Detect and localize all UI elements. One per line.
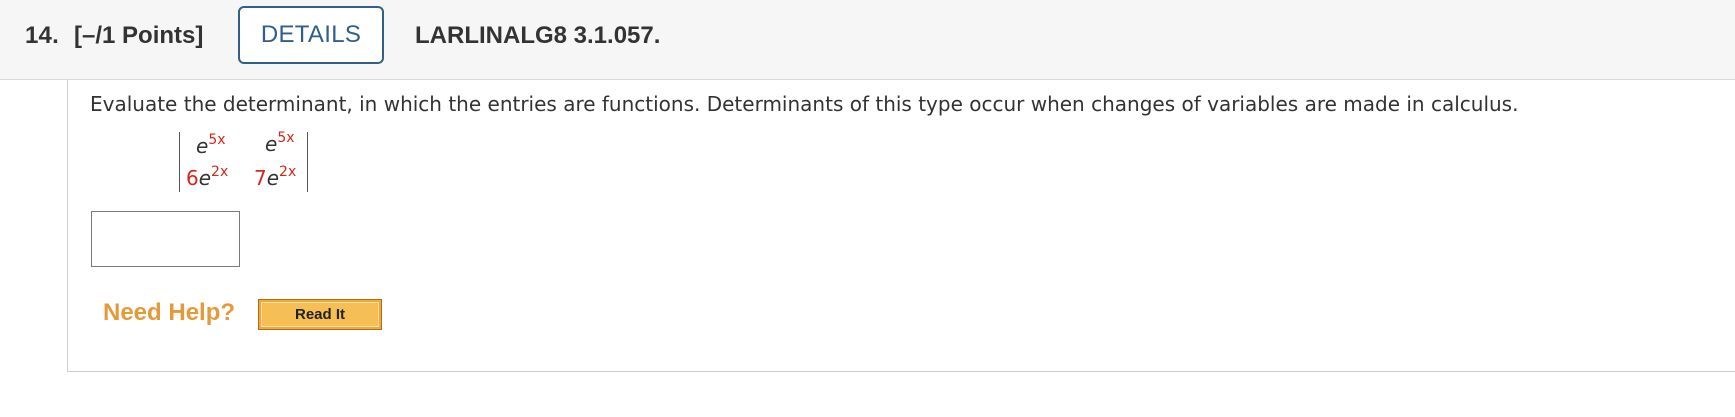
matrix-entry-r2c1: 6e2x	[186, 164, 229, 190]
question-points: [–/1 Points]	[74, 22, 204, 49]
question-page: 14. [–/1 Points] DETAILS LARLINALG8 3.1.…	[0, 0, 1735, 417]
matrix-entry-base: e	[265, 132, 278, 156]
matrix-entry-r1c1: e5x	[196, 132, 226, 158]
determinant-right-bar	[307, 132, 308, 192]
details-button[interactable]: DETAILS	[238, 6, 384, 64]
matrix-entry-base: e	[196, 134, 209, 158]
answer-input[interactable]	[91, 211, 240, 267]
matrix-entry-base: e	[266, 166, 280, 190]
matrix-entry-base: e	[198, 166, 212, 190]
need-help-label: Need Help?	[103, 299, 236, 326]
matrix-entry-exponent: 5x	[208, 132, 226, 148]
matrix-entry-exponent: 2x	[279, 164, 297, 180]
question-prompt: Evaluate the determinant, in which the e…	[90, 92, 1519, 116]
matrix-entry-exponent: 5x	[277, 130, 295, 146]
matrix-entry-r1c2: e5x	[265, 130, 295, 156]
question-number: 14.	[25, 22, 59, 49]
question-header: 14. [–/1 Points] DETAILS LARLINALG8 3.1.…	[0, 0, 1735, 80]
question-code: LARLINALG8 3.1.057.	[415, 22, 661, 49]
read-it-label: Read It	[261, 302, 379, 327]
matrix-entry-r2c2: 7e2x	[254, 164, 297, 190]
determinant: e5x e5x 6e2x 7e2x	[179, 130, 308, 192]
matrix-entry-coefficient: 7	[254, 166, 267, 190]
matrix-entry-coefficient: 6	[186, 166, 199, 190]
read-it-button[interactable]: Read It	[258, 299, 382, 330]
matrix-entry-exponent: 2x	[211, 164, 229, 180]
determinant-left-bar	[179, 132, 180, 192]
